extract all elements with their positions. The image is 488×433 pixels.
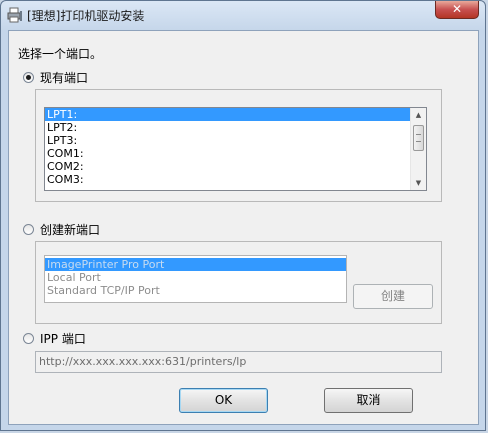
ipp-port-radio[interactable] (23, 333, 34, 344)
existing-port-items: LPT1: LPT2: LPT3: COM1: COM2: COM3: (45, 108, 426, 186)
new-port-label[interactable]: 创建新端口 (40, 221, 100, 238)
close-icon: ✕ (451, 2, 463, 16)
scroll-down-icon[interactable]: ▼ (411, 176, 426, 190)
scroll-thumb[interactable] (413, 125, 424, 151)
existing-port-scrollbar[interactable]: ▲ ▼ (410, 108, 426, 190)
radio-checked-dot (26, 75, 31, 80)
list-item[interactable]: LPT1: (45, 108, 426, 121)
ipp-port-label[interactable]: IPP 端口 (40, 330, 86, 347)
window-title: [理想]打印机驱动安装 (27, 9, 145, 23)
scroll-up-icon[interactable]: ▲ (411, 108, 426, 122)
create-port-button[interactable]: 创建 (353, 284, 433, 309)
list-item[interactable]: Standard TCP/IP Port (45, 284, 346, 297)
list-item[interactable]: Local Port (45, 271, 346, 284)
list-item[interactable]: LPT3: (45, 134, 426, 147)
list-item[interactable]: COM3: (45, 173, 426, 186)
list-item[interactable]: COM1: (45, 147, 426, 160)
existing-port-radio[interactable] (23, 72, 34, 83)
close-button[interactable]: ✕ (435, 1, 479, 19)
existing-port-group: LPT1: LPT2: LPT3: COM1: COM2: COM3: ▲ ▼ (35, 89, 442, 202)
new-port-group: ImagePrinter Pro Port Local Port Standar… (35, 241, 442, 324)
cancel-button[interactable]: 取消 (324, 388, 413, 413)
dialog-body: 选择一个端口。 现有端口 LPT1: LPT2: LPT3: COM1: COM… (8, 30, 479, 425)
new-port-type-list[interactable]: ImagePrinter Pro Port Local Port Standar… (44, 255, 347, 303)
prompt-text: 选择一个端口。 (18, 47, 103, 61)
list-item[interactable]: ImagePrinter Pro Port (45, 258, 346, 271)
existing-port-list[interactable]: LPT1: LPT2: LPT3: COM1: COM2: COM3: ▲ ▼ (44, 107, 427, 191)
ok-button[interactable]: OK (179, 388, 268, 413)
list-item[interactable]: COM2: (45, 160, 426, 173)
new-port-radio[interactable] (23, 224, 34, 235)
existing-port-label[interactable]: 现有端口 (40, 69, 88, 86)
title-bar[interactable]: [理想]打印机驱动安装 ✕ (1, 1, 485, 29)
ipp-url-field[interactable]: http://xxx.xxx.xxx.xxx:631/printers/lp (35, 351, 442, 373)
printer-app-icon (7, 7, 22, 23)
dialog-window: [理想]打印机驱动安装 ✕ 选择一个端口。 现有端口 LPT1: LPT2: L… (0, 0, 486, 431)
list-item[interactable]: LPT2: (45, 121, 426, 134)
